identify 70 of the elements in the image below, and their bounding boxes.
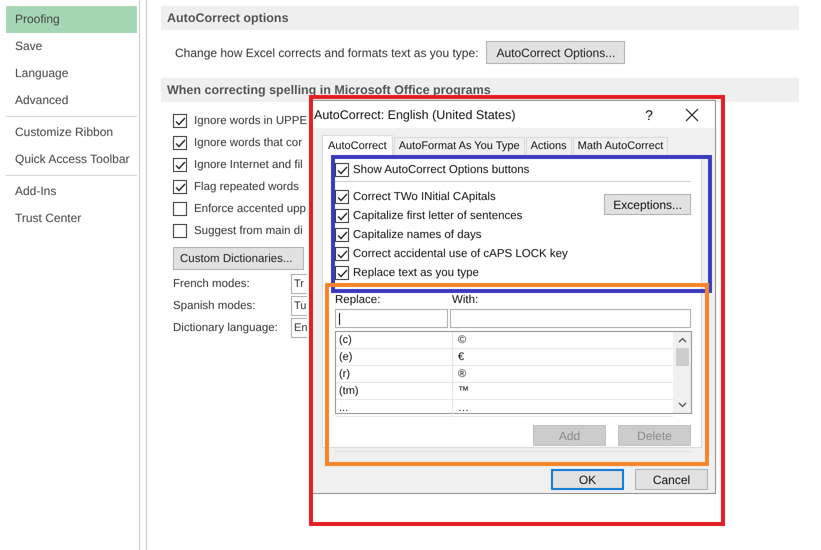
table-cell: (tm) bbox=[336, 383, 453, 399]
checkbox[interactable] bbox=[335, 208, 349, 222]
checkbox[interactable] bbox=[173, 158, 187, 172]
field-label: Replace: bbox=[335, 293, 382, 307]
tab[interactable]: Actions bbox=[526, 137, 572, 155]
table-cell-text: … bbox=[457, 401, 469, 416]
table-cell: (r) bbox=[336, 366, 453, 382]
dropdown[interactable]: Tu bbox=[291, 296, 307, 316]
option-label: Correct TWo INitial CApitals bbox=[353, 190, 496, 202]
tab[interactable]: AutoCorrect bbox=[322, 135, 393, 156]
sidebar-item[interactable]: Language bbox=[6, 60, 137, 87]
option-label: Ignore Internet and fil bbox=[194, 159, 303, 171]
option-label: Ignore words that cor bbox=[194, 137, 302, 149]
dialog-title: AutoCorrect: English (United States) bbox=[314, 108, 516, 122]
scrollbar[interactable] bbox=[673, 332, 691, 413]
checkbox[interactable] bbox=[335, 162, 349, 176]
description-text: Change how Excel corrects and formats text as you type: bbox=[175, 46, 478, 60]
chevron-up-icon[interactable] bbox=[678, 337, 686, 343]
exceptions-button[interactable]: Exceptions... bbox=[604, 194, 691, 215]
help-button[interactable]: ? bbox=[639, 106, 659, 122]
checkbox[interactable] bbox=[335, 228, 349, 242]
option-label: Suggest from main di bbox=[194, 225, 303, 237]
option-label: Flag repeated words bbox=[194, 181, 299, 193]
dialog-button[interactable]: OK bbox=[551, 469, 624, 490]
table-cell: (e) bbox=[336, 349, 453, 365]
table-cell-text: © bbox=[457, 333, 466, 348]
dialog-button[interactable]: Cancel bbox=[635, 469, 708, 490]
dropdown[interactable]: Tr bbox=[291, 274, 307, 294]
checkbox[interactable] bbox=[173, 136, 187, 150]
table-cell-text: € bbox=[457, 350, 464, 365]
scrollbar-thumb[interactable] bbox=[676, 348, 688, 366]
table-cell-text: ™ bbox=[457, 384, 469, 399]
table-cell-text: ® bbox=[457, 367, 466, 382]
chevron-down-icon[interactable] bbox=[678, 402, 686, 408]
close-icon[interactable] bbox=[685, 108, 699, 122]
sidebar-item[interactable]: Add-Ins bbox=[6, 178, 137, 205]
option-label: Correct accidental use of cAPS LOCK key bbox=[353, 248, 568, 260]
option-label: Replace text as you type bbox=[353, 266, 479, 278]
sidebar-item[interactable]: Proofing bbox=[6, 6, 137, 33]
checkbox[interactable] bbox=[335, 246, 349, 260]
sidebar-item[interactable]: Save bbox=[6, 33, 137, 60]
checkbox[interactable] bbox=[173, 114, 187, 128]
sidebar-item[interactable]: Customize Ribbon bbox=[6, 119, 137, 146]
replace-field[interactable] bbox=[335, 309, 448, 328]
with-field[interactable] bbox=[450, 309, 691, 328]
option-label: Enforce accented upp bbox=[194, 203, 306, 215]
sidebar-item[interactable]: Quick Access Toolbar bbox=[6, 146, 137, 173]
option-label: Capitalize names of days bbox=[353, 228, 482, 240]
checkbox[interactable] bbox=[173, 224, 187, 238]
checkbox[interactable] bbox=[173, 202, 187, 216]
section-header: AutoCorrect options bbox=[161, 6, 799, 30]
option-label: Ignore words in UPPE bbox=[194, 115, 308, 127]
sidebar-item[interactable]: Trust Center bbox=[6, 205, 137, 232]
field-label: French modes: bbox=[173, 278, 251, 290]
field-label: Spanish modes: bbox=[173, 300, 256, 312]
tab[interactable]: AutoFormat As You Type bbox=[394, 137, 525, 155]
option-label: Capitalize first letter of sentences bbox=[353, 210, 522, 222]
sidebar-item[interactable]: Advanced bbox=[6, 87, 137, 114]
checkbox[interactable] bbox=[335, 266, 349, 280]
field-label: Dictionary language: bbox=[173, 322, 279, 334]
dropdown[interactable]: En bbox=[291, 318, 307, 338]
option-label: Show AutoCorrect Options buttons bbox=[353, 164, 530, 176]
tab[interactable]: Math AutoCorrect bbox=[572, 137, 668, 155]
checkbox[interactable] bbox=[335, 190, 349, 204]
checkbox[interactable] bbox=[173, 180, 187, 194]
table-cell: (c) bbox=[336, 332, 453, 348]
table-cell: ... bbox=[336, 400, 453, 416]
custom-dictionaries-button[interactable]: Custom Dictionaries... bbox=[173, 247, 304, 270]
field-label: With: bbox=[452, 293, 478, 307]
autocorrect-options-button[interactable]: AutoCorrect Options... bbox=[486, 41, 626, 64]
